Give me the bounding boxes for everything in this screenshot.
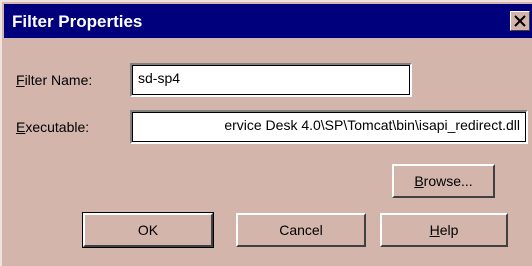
filter-name-value: sd-sp4 <box>138 70 181 86</box>
dialog-title: Filter Properties <box>12 12 143 31</box>
browse-button[interactable]: Browse... <box>392 164 495 198</box>
executable-value: ervice Desk 4.0\SP\Tomcat\bin\isapi_redi… <box>224 117 520 133</box>
title-bar[interactable]: Filter Properties <box>4 4 532 38</box>
ok-button[interactable]: OK <box>82 212 214 248</box>
close-button[interactable] <box>510 11 530 31</box>
filter-name-label: Filter Name: <box>16 72 93 88</box>
executable-label: Executable: <box>16 119 90 135</box>
executable-input[interactable]: ervice Desk 4.0\SP\Tomcat\bin\isapi_redi… <box>130 110 528 144</box>
filter-properties-dialog: Filter Properties Filter Name: sd-sp4 Ex… <box>0 0 532 266</box>
help-button[interactable]: Help <box>380 213 508 247</box>
close-icon <box>514 15 526 27</box>
filter-name-input[interactable]: sd-sp4 <box>130 63 412 97</box>
cancel-button[interactable]: Cancel <box>236 213 366 247</box>
